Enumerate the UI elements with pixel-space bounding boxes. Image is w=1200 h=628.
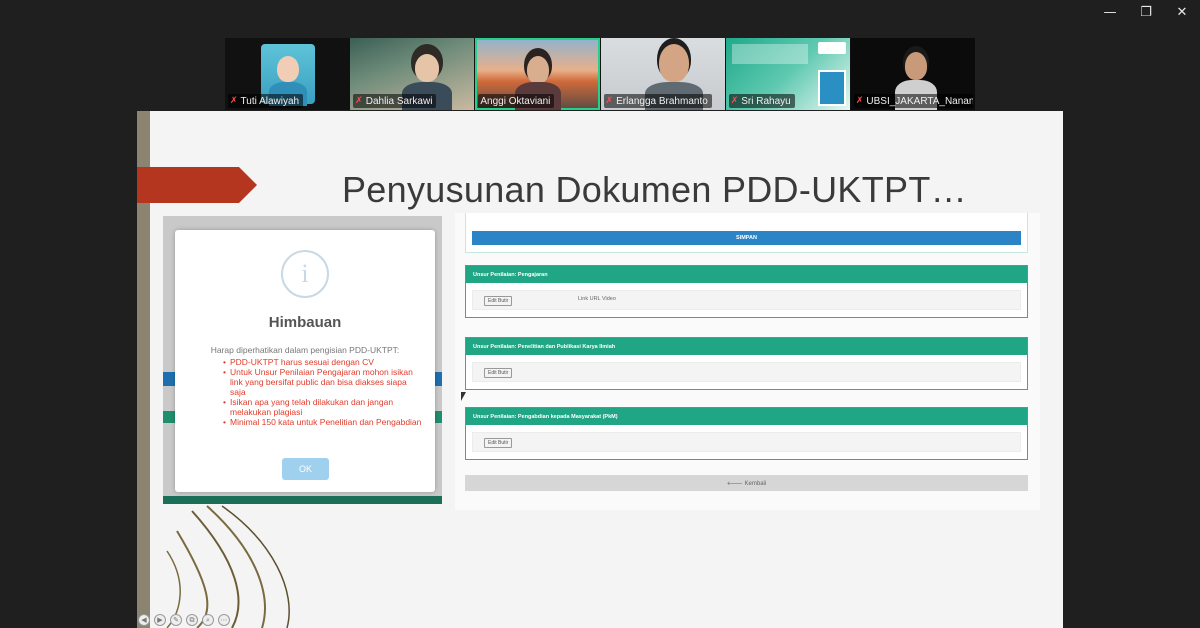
participant-name: ✗ Tuti Alawiyah (228, 94, 304, 108)
save-button[interactable]: SIMPAN (472, 231, 1021, 245)
edit-butir-button[interactable]: Edit Butir (484, 438, 513, 448)
participant-name: ✗ Sri Rahayu (728, 94, 795, 108)
mouse-cursor-icon (461, 392, 471, 401)
muted-mic-icon: ✗ (730, 96, 739, 106)
participant-name: ✗ Dahlia Sarkawi (353, 94, 437, 108)
list-item: Minimal 150 kata untuk Penelitian dan Pe… (223, 417, 423, 427)
edit-butir-button[interactable]: Edit Butir (484, 368, 513, 378)
save-panel: SIMPAN (465, 213, 1028, 253)
slides-icon[interactable]: ⧉ (186, 614, 198, 626)
back-button[interactable]: 🡐 Kembali (465, 475, 1028, 491)
close-button[interactable]: ✕ (1164, 0, 1200, 24)
minimize-button[interactable]: — (1092, 0, 1128, 24)
ok-button[interactable]: OK (282, 458, 329, 480)
participant-name: ✗ UBSI_JAKARTA_Nanan... (853, 94, 973, 108)
edit-butir-button[interactable]: Edit Butir (484, 296, 513, 306)
participant-tile[interactable]: ✗ Sri Rahayu (725, 38, 850, 110)
modal-intro: Harap diperhatikan dalam pengisian PDD-U… (210, 345, 400, 355)
participant-tile[interactable]: ✗ Dahlia Sarkawi (350, 38, 475, 110)
muted-mic-icon: ✗ (355, 96, 363, 106)
muted-mic-icon: ✗ (230, 96, 238, 106)
muted-mic-icon: ✗ (605, 96, 614, 106)
restore-button[interactable]: ❐ (1128, 0, 1164, 24)
window-controls: — ❐ ✕ (1092, 0, 1200, 24)
section-header: Unsur Penilaian: Pengabdian kepada Masya… (466, 408, 1027, 425)
shared-slide: Penyusunan Dokumen PDD-UKTPT… i Himbauan… (137, 111, 1063, 628)
next-slide-icon[interactable]: ▶ (154, 614, 166, 626)
section-header: Unsur Penilaian: Penelitian dan Publikas… (466, 338, 1027, 355)
section-panel-pengabdian: Unsur Penilaian: Pengabdian kepada Masya… (465, 407, 1028, 460)
participant-strip: ✗ Tuti Alawiyah ✗ Dahlia Sarkawi Anggi Okt… (225, 38, 976, 110)
himbauan-modal: i Himbauan Harap diperhatikan dalam peng… (175, 230, 435, 492)
participant-tile-active[interactable]: Anggi Oktaviani (475, 38, 600, 110)
muted-mic-icon: ✗ (855, 96, 864, 106)
zoom-icon[interactable]: ⌕ (202, 614, 214, 626)
link-url-video-label: Link URL Video (578, 296, 616, 302)
embedded-screenshot-right: SIMPAN Unsur Penilaian: Pengajaran Edit … (455, 213, 1040, 510)
modal-list: PDD-UKTPT harus sesuai dengan CV Untuk U… (223, 357, 423, 427)
modal-title: Himbauan (268, 314, 342, 331)
embedded-screenshot-left: i Himbauan Harap diperhatikan dalam peng… (163, 216, 442, 504)
previous-slide-icon[interactable]: ◀ (138, 614, 150, 626)
info-icon: i (281, 250, 329, 298)
list-item: PDD-UKTPT harus sesuai dengan CV (223, 357, 423, 367)
section-header: Unsur Penilaian: Pengajaran (466, 266, 1027, 283)
participant-name: Anggi Oktaviani (478, 94, 555, 108)
section-panel-pengajaran: Unsur Penilaian: Pengajaran Edit Butir L… (465, 265, 1028, 318)
slide-title: Penyusunan Dokumen PDD-UKTPT… (342, 169, 967, 210)
slide-nav-controls: ◀ ▶ ✎ ⧉ ⌕ ⋯ (138, 614, 230, 626)
more-icon[interactable]: ⋯ (218, 614, 230, 626)
participant-tile[interactable]: ✗ Tuti Alawiyah (225, 38, 350, 110)
participant-name: ✗ Erlangga Brahmanto (603, 94, 712, 108)
list-item: Isikan apa yang telah dilakukan dan jang… (223, 397, 423, 417)
participant-tile[interactable]: ✗ UBSI_JAKARTA_Nanan... (850, 38, 976, 110)
participant-tile[interactable]: ✗ Erlangga Brahmanto (600, 38, 725, 110)
section-panel-penelitian: Unsur Penilaian: Penelitian dan Publikas… (465, 337, 1028, 390)
pen-icon[interactable]: ✎ (170, 614, 182, 626)
list-item: Untuk Unsur Penilaian Pengajaran mohon i… (223, 367, 423, 397)
